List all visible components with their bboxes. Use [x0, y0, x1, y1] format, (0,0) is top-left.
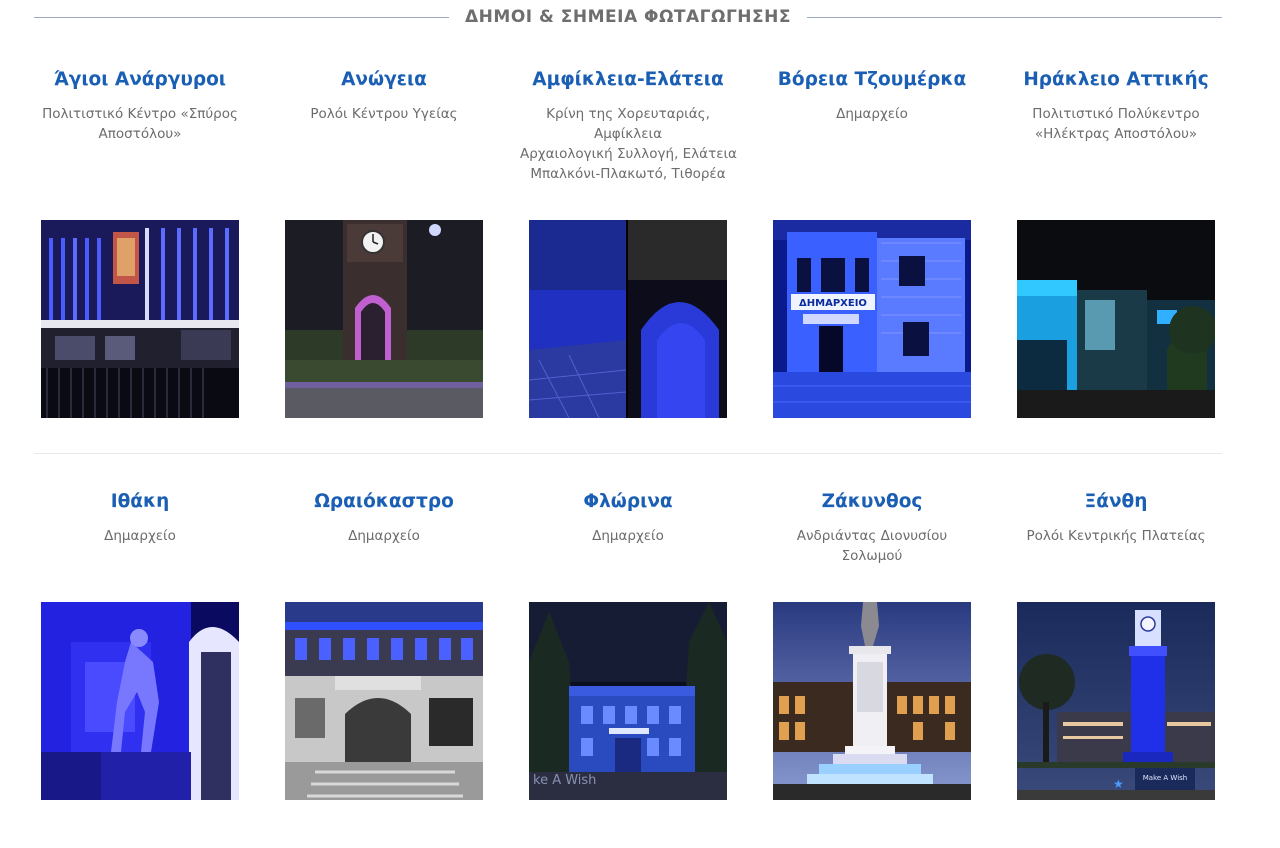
municipality-card: Ζάκυνθος Ανδριάντας Διονυσίου Σολωμού [750, 488, 994, 848]
landmark-photo[interactable] [285, 220, 483, 418]
watermark-text: ke A Wish [533, 773, 596, 788]
landmark-description: Πολιτιστικό Κέντρο «Σπύρος Αποστόλου» [32, 104, 248, 144]
landmark-line: Ανδριάντας Διονυσίου [796, 528, 948, 544]
municipality-card: Ηράκλειο Αττικής Πολιτιστικό Πολύκεντρο … [994, 66, 1238, 426]
page: ΔΗΜΟΙ & ΣΗΜΕΙΑ ΦΩΤΑΓΩΓΗΣΗΣ Άγιοι Ανάργυρ… [0, 0, 1280, 830]
landmark-description: Δημαρχείο [520, 526, 736, 546]
municipality-card: Ιθάκη Δημαρχείο [18, 488, 262, 848]
landmark-line: Αμφίκλεια [593, 126, 662, 142]
landmark-description: Δημαρχείο [276, 526, 492, 546]
landmark-description: Ρολόι Κέντρου Υγείας [276, 104, 492, 124]
landmark-description: Δημαρχείο [32, 526, 248, 546]
municipality-name[interactable]: Αμφίκλεια-Ελάτεια [506, 66, 750, 94]
svg-text:★: ★ [1113, 777, 1124, 791]
landmark-line: Μπαλκόνι-Πλακωτό, Τιθορέα [530, 166, 726, 182]
municipality-card: Αμφίκλεια-Ελάτεια Κρίνη της Χορευταριάς,… [506, 66, 750, 426]
landmark-description: Ανδριάντας Διονυσίου Σολωμού [764, 526, 980, 566]
municipality-card: Ανώγεια Ρολόι Κέντρου Υγείας [262, 66, 506, 426]
municipality-card: Ξάνθη Ρολόι Κεντρικής Πλατείας Make A Wi… [994, 488, 1238, 848]
municipality-name[interactable]: Ξάνθη [994, 488, 1238, 516]
landmark-line: Δημαρχείο [836, 106, 908, 122]
municipality-card: Ωραιόκαστρο Δημαρχείο [262, 488, 506, 848]
landmark-photo[interactable] [773, 602, 971, 800]
municipality-card: Φλώρινα Δημαρχείο ke A Wish [506, 488, 750, 848]
landmark-line: Ρολόι Κεντρικής Πλατείας [1026, 528, 1206, 544]
landmark-line: «Ηλέκτρας Αποστόλου» [1034, 126, 1198, 142]
municipality-name[interactable]: Ανώγεια [262, 66, 506, 94]
municipality-card: Άγιοι Ανάργυροι Πολιτιστικό Κέντρο «Σπύρ… [18, 66, 262, 426]
landmark-photo[interactable] [285, 602, 483, 800]
municipality-row-2: Ιθάκη Δημαρχείο Ωραιόκαστρο Δημαρχείο Φλ… [18, 488, 1238, 848]
section-rule-left [34, 16, 450, 18]
municipality-name[interactable]: Ωραιόκαστρο [262, 488, 506, 516]
landmark-photo[interactable]: ke A Wish [529, 602, 727, 800]
municipality-name[interactable]: Φλώρινα [506, 488, 750, 516]
landmark-line: Πολιτιστικό Πολύκεντρο [1032, 106, 1200, 122]
municipality-name[interactable]: Ζάκυνθος [750, 488, 994, 516]
landmark-line: Δημαρχείο [592, 528, 664, 544]
row-divider [34, 453, 1222, 454]
municipality-name[interactable]: Ηράκλειο Αττικής [994, 66, 1238, 94]
landmark-description: Πολιτιστικό Πολύκεντρο «Ηλέκτρας Αποστόλ… [1008, 104, 1224, 144]
landmark-photo[interactable] [1017, 220, 1215, 418]
landmark-line: Αρχαιολογική Συλλογή, Ελάτεια [520, 146, 737, 162]
landmark-description: Δημαρχείο [764, 104, 980, 124]
municipality-name[interactable]: Βόρεια Τζουμέρκα [750, 66, 994, 94]
section-rule-right [806, 16, 1222, 18]
landmark-line: Κρίνη της Χορευταριάς, [546, 106, 710, 122]
municipality-name[interactable]: Ιθάκη [18, 488, 262, 516]
landmark-line: Ρολόι Κέντρου Υγείας [310, 106, 458, 122]
section-title: ΔΗΜΟΙ & ΣΗΜΕΙΑ ΦΩΤΑΓΩΓΗΣΗΣ [465, 7, 791, 27]
sign-text: ΔΗΜΑΡΧΕΙΟ [799, 298, 867, 309]
section-header: ΔΗΜΟΙ & ΣΗΜΕΙΑ ΦΩΤΑΓΩΓΗΣΗΣ [34, 4, 1222, 30]
sign-text: Make A Wish [1143, 774, 1187, 782]
landmark-line: Δημαρχείο [104, 528, 176, 544]
landmark-photo[interactable] [41, 602, 239, 800]
landmark-description: Ρολόι Κεντρικής Πλατείας [1008, 526, 1224, 546]
municipality-name[interactable]: Άγιοι Ανάργυροι [18, 66, 262, 94]
landmark-photo[interactable] [529, 220, 727, 418]
landmark-line: Αποστόλου» [98, 126, 182, 142]
landmark-line: Σολωμού [841, 548, 903, 564]
municipality-row-1: Άγιοι Ανάργυροι Πολιτιστικό Κέντρο «Σπύρ… [18, 66, 1238, 426]
landmark-line: Πολιτιστικό Κέντρο «Σπύρος [42, 106, 238, 122]
landmark-photo[interactable]: ΔΗΜΑΡΧΕΙΟ [773, 220, 971, 418]
landmark-description: Κρίνη της Χορευταριάς, Αμφίκλεια Αρχαιολ… [520, 104, 737, 184]
landmark-photo[interactable]: Make A Wish ★ [1017, 602, 1215, 800]
landmark-line: Δημαρχείο [348, 528, 420, 544]
municipality-card: Βόρεια Τζουμέρκα Δημαρχείο ΔΗΜΑΡΧΕΙΟ [750, 66, 994, 426]
landmark-photo[interactable] [41, 220, 239, 418]
